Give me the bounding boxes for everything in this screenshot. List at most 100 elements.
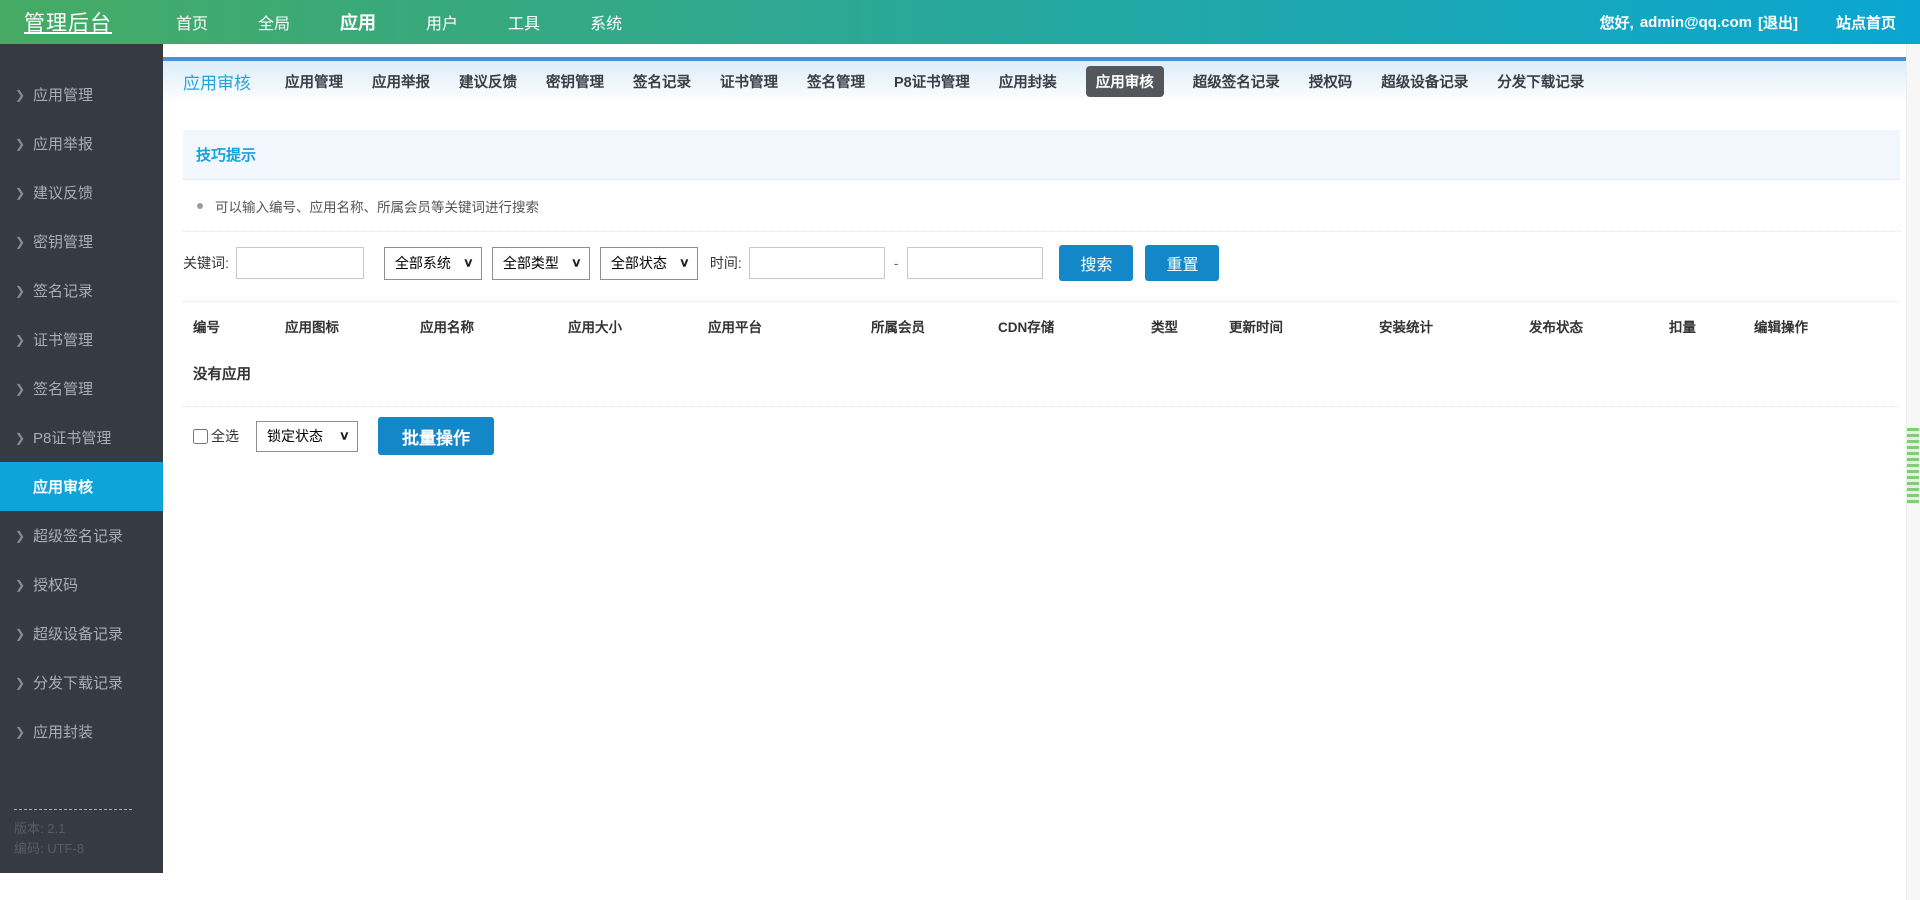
sidebar-item[interactable]: ❯ 应用举报 [0,119,163,168]
select-all-label: 全选 [211,426,239,446]
tab[interactable]: 签名记录 [633,71,691,92]
reset-button[interactable]: 重置 [1145,245,1219,281]
dotted-divider [183,231,1900,232]
sidebar-item[interactable]: ❯ 建议反馈 [0,168,163,217]
logout-link[interactable]: [退出] [1758,12,1798,33]
tab[interactable]: 密钥管理 [546,71,604,92]
sidebar-item-label: 超级签名记录 [33,525,123,546]
type-select-wrap: 全部类型 ∨ [492,247,590,280]
tab[interactable]: 应用审核 [1086,66,1164,97]
chevron-right-icon: ❯ [15,578,33,592]
app-logo[interactable]: 管理后台 [24,7,112,37]
table-column-header: 编辑操作 [1754,316,1864,336]
sidebar-item[interactable]: ❯ 超级签名记录 [0,511,163,560]
search-form: 关键词: 全部系统 ∨ 全部类型 ∨ 全部状态 ∨ 时间: [183,245,1900,281]
chevron-right-icon: ❯ [15,333,33,347]
tab[interactable]: 建议反馈 [459,71,517,92]
sidebar-item[interactable]: ❯ 应用封装 [0,707,163,756]
top-nav-item[interactable]: 应用 [340,9,376,35]
table-column-header: 发布状态 [1529,316,1669,336]
sidebar-item-label: 超级设备记录 [33,623,123,644]
dashed-divider [14,809,132,810]
sidebar-item-label: 签名记录 [33,280,93,301]
header-right: 您好, admin@qq.com [退出] 站点首页 [1600,12,1896,33]
chevron-right-icon: ❯ [15,676,33,690]
empty-state-text: 没有应用 [183,363,1900,384]
main-content: 应用审核 应用管理应用举报建议反馈密钥管理签名记录证书管理签名管理P8证书管理应… [163,44,1920,900]
chevron-right-icon: ❯ [15,235,33,249]
tab[interactable]: 应用管理 [285,71,343,92]
status-select[interactable]: 全部状态 [600,247,698,280]
top-nav-item[interactable]: 系统 [590,10,622,34]
table-column-header: 扣量 [1669,316,1754,336]
type-select[interactable]: 全部类型 [492,247,590,280]
system-select[interactable]: 全部系统 [384,247,482,280]
time-label: 时间: [710,253,742,273]
tab[interactable]: 分发下载记录 [1497,71,1584,92]
search-button[interactable]: 搜索 [1059,245,1133,281]
top-nav-item[interactable]: 全局 [258,10,290,34]
table-column-header: 所属会员 [871,316,998,336]
bullet-icon [197,203,203,209]
sidebar-item-label: 应用举报 [33,133,93,154]
table-column-header: 类型 [1151,316,1229,336]
tips-hint-row: 可以输入编号、应用名称、所属会员等关键词进行搜索 [183,196,1900,216]
keyword-label: 关键词: [183,253,229,273]
keyword-input[interactable] [236,247,364,279]
top-nav-item[interactable]: 首页 [176,10,208,34]
time-to-input[interactable] [907,247,1043,279]
tab-bar: 应用审核 应用管理应用举报建议反馈密钥管理签名记录证书管理签名管理P8证书管理应… [163,57,1920,102]
tips-title: 技巧提示 [196,144,256,165]
sidebar-item[interactable]: ❯ 分发下载记录 [0,658,163,707]
select-all-checkbox[interactable] [193,429,208,444]
sidebar-item[interactable]: ❯ 应用审核 [0,462,163,511]
sidebar-item[interactable]: ❯ 授权码 [0,560,163,609]
version-label: 版本: 2.1 [14,819,149,839]
batch-action-select[interactable]: 锁定状态 [256,421,358,452]
tab[interactable]: 签名管理 [807,71,865,92]
sidebar-item-label: 建议反馈 [33,182,93,203]
top-nav: 首页 全局 应用 用户 工具 系统 [176,9,622,35]
chevron-right-icon: ❯ [15,627,33,641]
dotted-divider [183,406,1900,407]
sidebar-item[interactable]: ❯ 应用管理 [0,70,163,119]
sidebar-item-label: 授权码 [33,574,78,595]
sidebar-item-label: 应用管理 [33,84,93,105]
tab[interactable]: 超级设备记录 [1381,71,1468,92]
sidebar: ❯ 应用管理 ❯ 应用举报 ❯ 建议反馈 ❯ 密钥管理 ❯ 签名记录 ❯ 证书管… [0,44,163,873]
sidebar-item[interactable]: ❯ 超级设备记录 [0,609,163,658]
sidebar-item-label: 签名管理 [33,378,93,399]
scrollbar-track[interactable] [1906,44,1920,900]
status-select-wrap: 全部状态 ∨ [600,247,698,280]
tab[interactable]: 超级签名记录 [1193,71,1280,92]
time-from-input[interactable] [749,247,885,279]
top-nav-item[interactable]: 工具 [508,10,540,34]
top-header: 管理后台 首页 全局 应用 用户 工具 系统 您好, admin@qq.com [退出] … [0,0,1920,44]
tab[interactable]: 证书管理 [720,71,778,92]
sidebar-item[interactable]: ❯ 签名管理 [0,364,163,413]
scrollbar-thumb[interactable] [1907,428,1919,504]
sidebar-item-label: 应用封装 [33,721,93,742]
tab[interactable]: 授权码 [1309,71,1353,92]
tab[interactable]: P8证书管理 [894,71,970,92]
sidebar-item-label: 密钥管理 [33,231,93,252]
chevron-right-icon: ❯ [15,137,33,151]
batch-apply-button[interactable]: 批量操作 [378,417,494,455]
range-separator: - [894,255,899,271]
tab[interactable]: 应用封装 [999,71,1057,92]
top-nav-item[interactable]: 用户 [426,10,458,34]
site-home-link[interactable]: 站点首页 [1836,12,1896,33]
content-inner: 技巧提示 可以输入编号、应用名称、所属会员等关键词进行搜索 关键词: 全部系统 … [163,130,1920,455]
sidebar-footer: 版本: 2.1 编码: UTF-8 [14,809,149,859]
sidebar-item[interactable]: ❯ 签名记录 [0,266,163,315]
table-column-header: CDN存储 [998,316,1151,336]
sidebar-item[interactable]: ❯ 密钥管理 [0,217,163,266]
tabs: 应用管理 应用举报 建议反馈 密钥管理 签名记录 证书管理 签名管理 P8证书管理 应用封装 应用… [285,66,1584,97]
tips-hint-text: 可以输入编号、应用名称、所属会员等关键词进行搜索 [215,196,539,216]
tab[interactable]: 应用举报 [372,71,430,92]
sidebar-item-label: P8证书管理 [33,427,111,448]
sidebar-item[interactable]: ❯ P8证书管理 [0,413,163,462]
table-column-header: 应用平台 [708,316,871,336]
batch-action-select-wrap: 锁定状态 ∨ [256,421,358,452]
sidebar-item[interactable]: ❯ 证书管理 [0,315,163,364]
